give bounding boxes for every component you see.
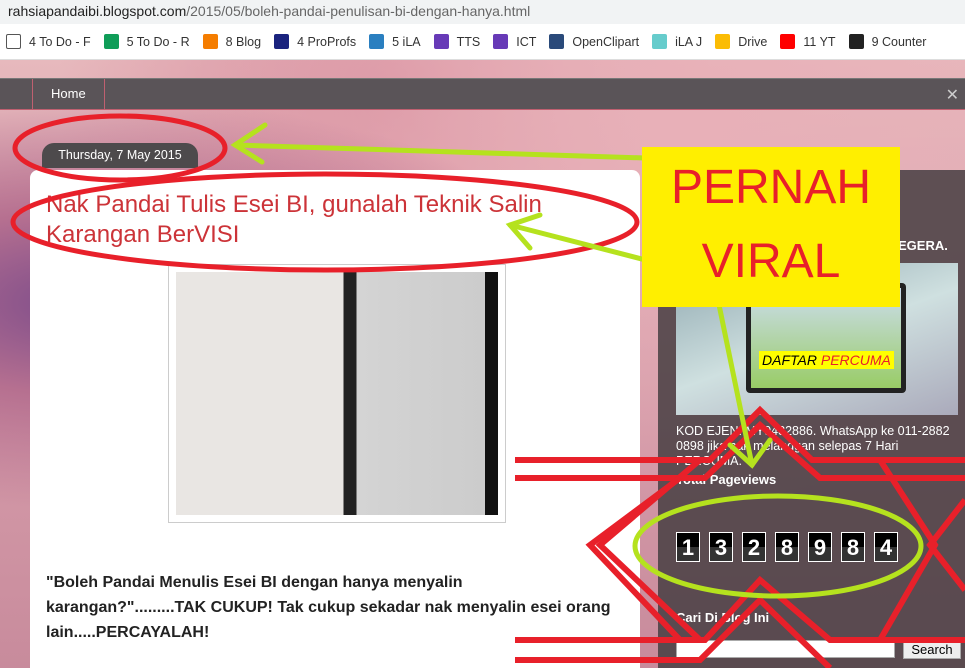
counter-digit: 8 (841, 532, 865, 562)
bookmark-item[interactable]: 5 To Do - R (103, 34, 190, 49)
bookmark-label: TTS (456, 34, 481, 49)
bookmark-label: 5 iLA (392, 34, 421, 49)
w-icon (848, 34, 864, 49)
globe-icon (369, 34, 385, 49)
post: Nak Pandai Tulis Esei BI, gunalah Teknik… (30, 170, 640, 668)
list-icon (493, 34, 509, 49)
bookmark-label: 4 ProProfs (297, 34, 357, 49)
pernah-viral-banner: PERNAH VIRAL (642, 147, 900, 307)
bookmark-item[interactable]: 9 Counter (848, 34, 927, 49)
url-path: /2015/05/boleh-pandai-penulisan-bi-denga… (186, 3, 531, 19)
nav-home-link[interactable]: Home (32, 79, 105, 110)
post-body: "Boleh Pandai Menulis Esei BI dengan han… (46, 574, 611, 641)
url-domain: rahsiapandaibi.blogspot.com (8, 3, 187, 19)
bookmark-item[interactable]: Drive (715, 34, 767, 49)
banner-line-1: PERNAH (670, 161, 872, 214)
bookmark-item[interactable]: 4 ProProfs (274, 34, 356, 49)
bookmark-label: iLA J (675, 34, 703, 49)
address-bar[interactable]: rahsiapandaibi.blogspot.com/2015/05/bole… (0, 0, 965, 24)
post-date: Thursday, 7 May 2015 (42, 143, 198, 168)
ad-label: DAFTAR (762, 352, 817, 368)
pageviews-counter: 1328984 (676, 532, 898, 562)
figure-icon (652, 34, 668, 49)
blogger-icon (202, 34, 218, 49)
counter-digit: 2 (742, 532, 766, 562)
search-title: Cari Di Blog Ini (676, 610, 770, 625)
search-input[interactable] (676, 640, 895, 658)
search-button[interactable]: Search (903, 639, 961, 659)
list-icon (433, 34, 449, 49)
bookmark-label: 4 To Do - F (29, 34, 91, 49)
nav-bar: Home ✕ (0, 78, 965, 110)
ad-description: KOD EJEN: MY9482886. WhatsApp ke 011-288… (676, 424, 950, 468)
counter-digit: 4 (874, 532, 898, 562)
bookmark-label: 8 Blog (225, 34, 262, 49)
bookmark-item[interactable]: 4 To Do - F (6, 34, 91, 49)
bookmark-item[interactable]: 5 iLA (369, 34, 421, 49)
banner-line-2: VIRAL (701, 235, 841, 288)
counter-digit: 1 (676, 532, 700, 562)
bookmark-item[interactable]: iLA J (652, 34, 702, 49)
counter-digit: 8 (775, 532, 799, 562)
bookmark-item[interactable]: ICT (493, 34, 536, 49)
post-title[interactable]: Nak Pandai Tulis Esei BI, gunalah Teknik… (46, 190, 626, 250)
bookmark-item[interactable]: TTS (433, 34, 481, 49)
cross-icon (103, 34, 119, 49)
counter-digit: 3 (709, 532, 733, 562)
pageviews-title: Total Pageviews (676, 472, 777, 487)
bookmark-label: 9 Counter (871, 34, 927, 49)
bookmark-item[interactable]: 8 Blog (202, 34, 262, 49)
drive-icon (715, 34, 731, 49)
scissors-icon (549, 34, 565, 49)
page-icon (6, 34, 21, 49)
bookmark-label: Drive (738, 34, 768, 49)
wrench-icon[interactable]: ✕ (946, 85, 959, 105)
bookmark-label: 5 To Do - R (126, 34, 190, 49)
counter-digit: 9 (808, 532, 832, 562)
bookmarks-bar: 4 To Do - F 5 To Do - R 8 Blog 4 ProProfs 5 … (0, 24, 965, 60)
widget-title: EGERA. (898, 238, 948, 253)
bookmark-label: OpenClipart (572, 34, 640, 49)
youtube-icon (780, 34, 796, 49)
bookmark-label: ICT (516, 34, 537, 49)
bookmark-label: 11 YT (803, 34, 836, 49)
bookmark-item[interactable]: 11 YT (780, 34, 836, 49)
proprofs-icon (274, 34, 290, 49)
ad-label-red: PERCUMA (820, 352, 891, 368)
post-image[interactable] (168, 264, 506, 523)
bookmark-item[interactable]: OpenClipart (549, 34, 639, 49)
